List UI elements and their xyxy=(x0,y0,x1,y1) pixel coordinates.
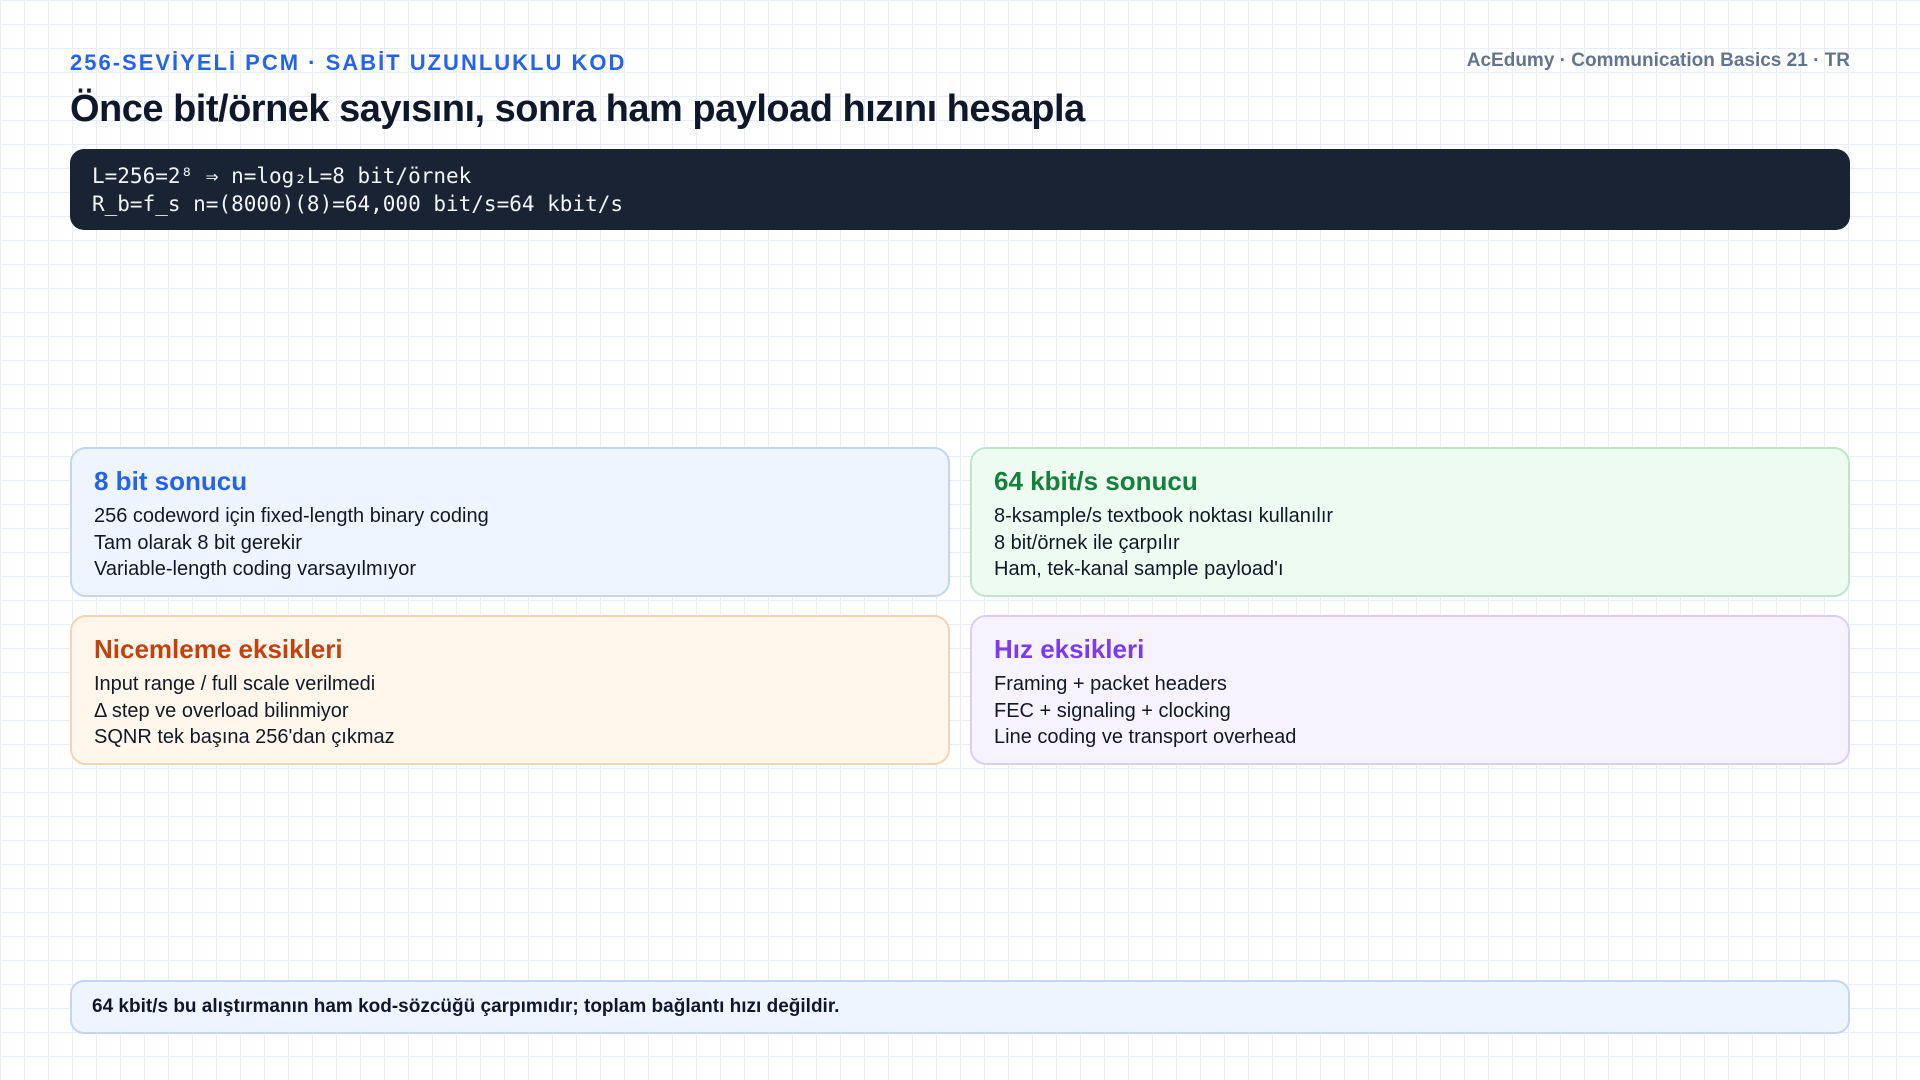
card-rate-gaps: Hız eksikleri Framing + packet headers F… xyxy=(970,615,1850,765)
card-title: Nicemleme eksikleri xyxy=(94,634,343,664)
list-item: 8-ksample/s textbook noktası kullanılır xyxy=(994,505,1334,527)
list-item: SQNR tek başına 256'dan çıkmaz xyxy=(94,726,395,748)
list-item: Input range / full scale verilmedi xyxy=(94,673,376,695)
formula-line-2: R_b=f_s n=(8000)(8)=64,000 bit/s=64 kbit… xyxy=(92,192,624,216)
footer-note: 64 kbit/s bu alıştırmanın ham kod-sözcüğ… xyxy=(70,980,1850,1034)
card-list: 256 codeword için fixed-length binary co… xyxy=(94,503,926,583)
formula-line-1: L=256=2⁸ ⇒ n=log₂L=8 bit/örnek xyxy=(92,164,472,188)
card-64-kbit-result: 64 kbit/s sonucu 8-ksample/s textbook no… xyxy=(970,447,1850,597)
card-list: Input range / full scale verilmedi Δ ste… xyxy=(94,671,926,751)
list-item: Variable-length coding varsayılmıyor xyxy=(94,558,417,580)
card-list: Framing + packet headers FEC + signaling… xyxy=(994,671,1826,751)
list-item: Ham, tek-kanal sample payload'ı xyxy=(994,558,1284,580)
list-item: 256 codeword için fixed-length binary co… xyxy=(94,505,489,527)
formula-block: L=256=2⁸ ⇒ n=log₂L=8 bit/örnek R_b=f_s n… xyxy=(70,149,1850,230)
list-item: Δ step ve overload bilinmiyor xyxy=(94,699,349,722)
card-list: 8-ksample/s textbook noktası kullanılır … xyxy=(994,503,1826,583)
card-8-bit-result: 8 bit sonucu 256 codeword için fixed-len… xyxy=(70,447,950,597)
page-title: Önce bit/örnek sayısını, sonra ham paylo… xyxy=(70,88,1085,130)
list-item: Tam olarak 8 bit gerekir xyxy=(94,531,302,554)
card-quantization-gaps: Nicemleme eksikleri Input range / full s… xyxy=(70,615,950,765)
list-item: Framing + packet headers xyxy=(994,673,1227,695)
card-title: 64 kbit/s sonucu xyxy=(994,466,1198,496)
card-title: 8 bit sonucu xyxy=(94,466,248,496)
card-title: Hız eksikleri xyxy=(994,634,1145,664)
list-item: Line coding ve transport overhead xyxy=(994,726,1297,748)
brand-label: AcEdumy · Communication Basics 21 · TR xyxy=(1466,50,1850,71)
section-kicker: 256-SEVİYELİ PCM · SABİT UZUNLUKLU KOD xyxy=(70,50,627,75)
list-item: 8 bit/örnek ile çarpılır xyxy=(994,531,1180,554)
list-item: FEC + signaling + clocking xyxy=(994,699,1231,722)
